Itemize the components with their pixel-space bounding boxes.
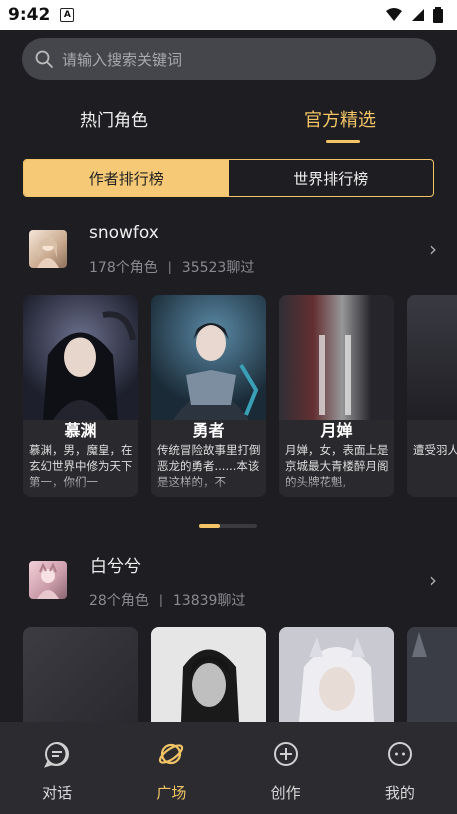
status-bar: 9:42 A [0, 0, 457, 30]
tab-hot-roles[interactable]: 热门角色 [80, 106, 148, 131]
character-name: 勇者 [192, 421, 225, 440]
chat-count: 13839聊过 [172, 593, 246, 609]
desc-fade [407, 475, 457, 497]
tab-official-picks[interactable]: 官方精选 [304, 106, 376, 132]
role-count: 28个角色 [89, 593, 149, 609]
nav-create[interactable]: 创作 [229, 722, 343, 814]
nav-chat-label: 对话 [42, 784, 73, 802]
avatar [29, 230, 67, 268]
author-stats: 28个角色 | 13839聊过 [89, 590, 245, 610]
carousel-indicator [199, 524, 257, 528]
character-art [151, 627, 266, 722]
character-card[interactable]: 勇者 传统冒险故事里打倒恶龙的勇者......本该是这样的，不 [151, 295, 266, 497]
author-row[interactable]: snowfox 178个角色 | 35523聊过 › [0, 215, 457, 285]
nav-create-label: 创作 [270, 784, 301, 802]
search-bar[interactable]: 请输入搜索关键词 [22, 38, 436, 80]
segment-author-ranking[interactable]: 作者排行榜 [24, 160, 229, 196]
top-tabs: 热门角色 官方精选 [0, 100, 457, 143]
stats-separator: | [167, 260, 172, 274]
ranking-segment: 作者排行榜 世界排行榜 [23, 159, 434, 197]
desc-fade [279, 475, 394, 497]
planet-icon [159, 743, 184, 765]
character-name: 慕渊 [64, 421, 97, 440]
author-name: 白兮兮 [90, 557, 141, 577]
active-tab-underline [326, 140, 360, 143]
desc-fade [23, 475, 138, 497]
search-placeholder: 请输入搜索关键词 [62, 50, 183, 69]
author-stats: 178个角色 | 35523聊过 [89, 257, 254, 277]
segment-world-ranking[interactable]: 世界排行榜 [229, 160, 434, 196]
bottom-navigation: 对话 广场 创作 我的 [0, 722, 457, 814]
chevron-right-icon[interactable]: › [429, 237, 437, 261]
character-name: 月婵 [320, 421, 353, 440]
character-card[interactable] [279, 627, 394, 722]
character-card[interactable]: 月婵 月婵，女，表面上是京城最大青楼醉月阁的头牌花魁, [279, 295, 394, 497]
character-art [151, 295, 266, 420]
battery-icon [433, 7, 443, 23]
status-time: 9:42 [8, 5, 51, 25]
nav-plaza[interactable]: 广场 [114, 722, 228, 814]
character-card[interactable]: 慕渊 慕渊，男，魔皇，在玄幻世界中修为天下第一，你们一 [23, 295, 138, 497]
character-art [279, 295, 394, 420]
character-card[interactable] [151, 627, 266, 722]
signal-icon [412, 9, 424, 21]
character-art [412, 632, 427, 657]
nav-chat[interactable]: 对话 [0, 722, 114, 814]
nav-profile-label: 我的 [384, 784, 415, 802]
character-card[interactable] [407, 627, 457, 722]
character-card[interactable]: 遭受羽人，E暗的农 [407, 295, 457, 497]
carousel-indicator-active [199, 524, 220, 528]
notification-a-icon: A [60, 8, 75, 22]
profile-icon [387, 742, 412, 766]
author-row[interactable]: 白兮兮 28个角色 | 13839聊过 › [0, 546, 457, 616]
character-cards: 慕渊 慕渊，男，魔皇，在玄幻世界中修为天下第一，你们一 勇者 传统冒险故事里打倒… [0, 295, 457, 500]
character-art [407, 295, 457, 420]
avatar [29, 561, 67, 599]
character-cards [0, 627, 457, 722]
plus-circle-icon [273, 742, 298, 766]
nav-profile[interactable]: 我的 [343, 722, 457, 814]
stats-separator: | [158, 593, 163, 607]
author-name: snowfox [89, 223, 159, 243]
character-card[interactable] [23, 627, 138, 722]
role-count: 178个角色 [89, 260, 158, 276]
search-icon [35, 50, 53, 68]
desc-fade [151, 475, 266, 497]
character-art [23, 295, 138, 420]
nav-plaza-label: 广场 [156, 784, 187, 802]
wifi-icon [386, 8, 402, 21]
chevron-right-icon[interactable]: › [429, 568, 437, 592]
chat-count: 35523聊过 [181, 260, 255, 276]
chat-icon [44, 742, 70, 768]
character-art [279, 627, 394, 722]
